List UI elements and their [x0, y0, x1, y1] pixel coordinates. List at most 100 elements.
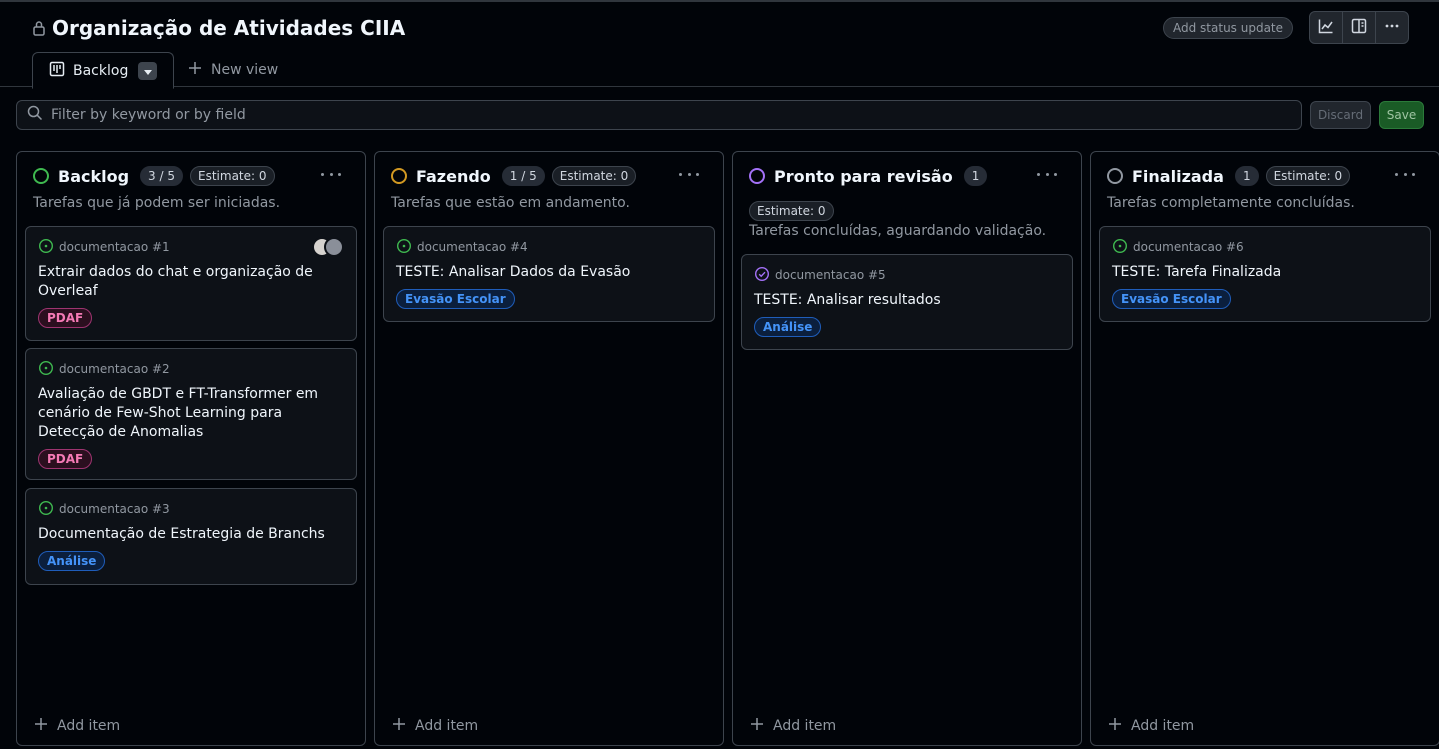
column-header: Fazendo 1 / 5 Estimate: 0 [391, 166, 671, 186]
card-title[interactable]: Extrair dados do chat e organização de O… [38, 263, 344, 301]
discard-button[interactable]: Discard [1310, 101, 1371, 129]
sidebar-toggle-button[interactable] [1343, 12, 1376, 43]
card-title[interactable]: TESTE: Analisar Dados da Evasão [396, 263, 702, 282]
estimate-badge: Estimate: 0 [551, 166, 637, 186]
plus-icon [189, 61, 201, 78]
insights-button[interactable] [1310, 12, 1343, 43]
save-button[interactable]: Save [1379, 101, 1424, 129]
tab-options-button[interactable] [138, 62, 157, 80]
column-fazendo: Fazendo 1 / 5 Estimate: 0 Tarefas que es… [374, 151, 724, 746]
card-title[interactable]: Documentação de Estrategia de Branchs [38, 525, 344, 544]
column-header: Finalizada 1 Estimate: 0 [1107, 166, 1387, 186]
add-item-button[interactable]: Add item [35, 718, 120, 734]
add-item-label: Add item [57, 718, 121, 734]
label-evasao-escolar[interactable]: Evasão Escolar [1112, 289, 1231, 309]
column-menu-button[interactable] [1037, 166, 1057, 182]
issue-card[interactable]: documentacao #4 TESTE: Analisar Dados da… [383, 226, 715, 322]
column-finalizada: Finalizada 1 Estimate: 0 Tarefas complet… [1090, 151, 1439, 746]
add-item-label: Add item [1131, 718, 1195, 734]
add-item-button[interactable]: Add item [1109, 718, 1194, 734]
status-circle-icon [33, 168, 49, 184]
column-header: Backlog 3 / 5 Estimate: 0 [33, 166, 313, 186]
label-analise[interactable]: Análise [38, 551, 106, 571]
project-header: Organização de Atividades CIIA Add statu… [0, 2, 1439, 89]
estimate-badge: Estimate: 0 [1265, 166, 1351, 186]
card-meta: documentacao #1 [38, 238, 344, 255]
assignees[interactable] [312, 237, 344, 257]
plus-icon [393, 718, 405, 734]
issue-closed-icon [754, 266, 770, 285]
label-pdaf[interactable]: PDAF [38, 308, 93, 328]
issue-open-icon [38, 360, 54, 379]
issue-card[interactable]: documentacao #6 TESTE: Tarefa Finalizada… [1099, 226, 1431, 322]
item-count-badge: 1 [1234, 166, 1259, 186]
column-description: Tarefas que já podem ser iniciadas. [33, 195, 281, 211]
filter-input[interactable] [51, 107, 1251, 123]
column-menu-button[interactable] [1395, 166, 1415, 182]
column-pronto-para-revisao: Pronto para revisão 1 Estimate: 0 Tarefa… [732, 151, 1082, 746]
issue-card[interactable]: documentacao #2 Avaliação de GBDT e FT-T… [25, 348, 357, 480]
plus-icon [35, 718, 47, 734]
column-menu-button[interactable] [321, 166, 341, 182]
card-meta: documentacao #3 [38, 500, 344, 519]
triangle-down-icon [143, 63, 152, 79]
avatar [324, 237, 344, 257]
issue-open-icon [38, 500, 54, 519]
issue-open-icon [1112, 238, 1128, 257]
issue-card[interactable]: documentacao #5 TESTE: Analisar resultad… [741, 254, 1073, 350]
kebab-icon [1384, 18, 1400, 38]
column-description: Tarefas completamente concluídas. [1107, 195, 1355, 211]
card-title[interactable]: TESTE: Analisar resultados [754, 291, 1060, 310]
repo-reference: documentacao #6 [1133, 240, 1244, 254]
issue-open-icon [396, 238, 412, 257]
title-row: Organização de Atividades CIIA [32, 16, 405, 40]
card-title[interactable]: Avaliação de GBDT e FT-Transformer em ce… [38, 385, 344, 442]
tab-backlog[interactable]: Backlog [32, 52, 174, 89]
status-circle-icon [391, 168, 407, 184]
lock-icon [32, 20, 46, 36]
column-title: Pronto para revisão [774, 166, 953, 186]
item-count-badge: 1 / 5 [501, 166, 545, 186]
column-backlog: Backlog 3 / 5 Estimate: 0 Tarefas que já… [16, 151, 366, 746]
repo-reference: documentacao #5 [775, 268, 886, 282]
column-menu-button[interactable] [679, 166, 699, 182]
view-tabs: Backlog New view [32, 51, 278, 89]
card-meta: documentacao #2 [38, 360, 344, 379]
graph-icon [1318, 18, 1334, 38]
new-view-button[interactable]: New view [189, 51, 278, 88]
add-item-label: Add item [415, 718, 479, 734]
repo-reference: documentacao #4 [417, 240, 528, 254]
view-options-group [1309, 11, 1409, 44]
add-item-button[interactable]: Add item [393, 718, 478, 734]
item-count-badge: 3 / 5 [140, 166, 183, 186]
add-item-button[interactable]: Add item [751, 718, 836, 734]
estimate-badge: Estimate: 0 [749, 201, 834, 221]
card-meta: documentacao #6 [1112, 238, 1418, 257]
label-evasao-escolar[interactable]: Evasão Escolar [396, 289, 515, 309]
plus-icon [1109, 718, 1121, 734]
project-menu-button[interactable] [1376, 12, 1408, 43]
search-icon [27, 105, 43, 125]
issue-card[interactable]: documentacao #1 Extrair dados do chat e … [25, 226, 357, 341]
card-meta: documentacao #5 [754, 266, 1060, 285]
label-analise[interactable]: Análise [754, 317, 822, 337]
column-title: Backlog [58, 166, 130, 186]
column-header: Pronto para revisão 1 Estimate: 0 [749, 166, 1029, 221]
page-title: Organização de Atividades CIIA [52, 16, 406, 40]
column-description: Tarefas que estão em andamento. [391, 195, 630, 211]
column-description: Tarefas concluídas, aguardando validação… [749, 223, 1047, 239]
card-title[interactable]: TESTE: Tarefa Finalizada [1112, 263, 1418, 282]
filter-bar [16, 100, 1302, 130]
status-circle-icon [749, 168, 765, 184]
repo-reference: documentacao #3 [59, 502, 170, 516]
label-pdaf[interactable]: PDAF [38, 449, 93, 469]
card-meta: documentacao #4 [396, 238, 702, 257]
item-count-badge: 1 [963, 166, 988, 186]
issue-card[interactable]: documentacao #3 Documentação de Estrateg… [25, 488, 357, 585]
column-title: Finalizada [1132, 166, 1224, 186]
column-title: Fazendo [416, 166, 491, 186]
add-item-label: Add item [773, 718, 837, 734]
new-view-label: New view [211, 61, 279, 78]
sidebar-icon [1351, 18, 1367, 38]
add-status-update-button[interactable]: Add status update [1163, 17, 1294, 39]
